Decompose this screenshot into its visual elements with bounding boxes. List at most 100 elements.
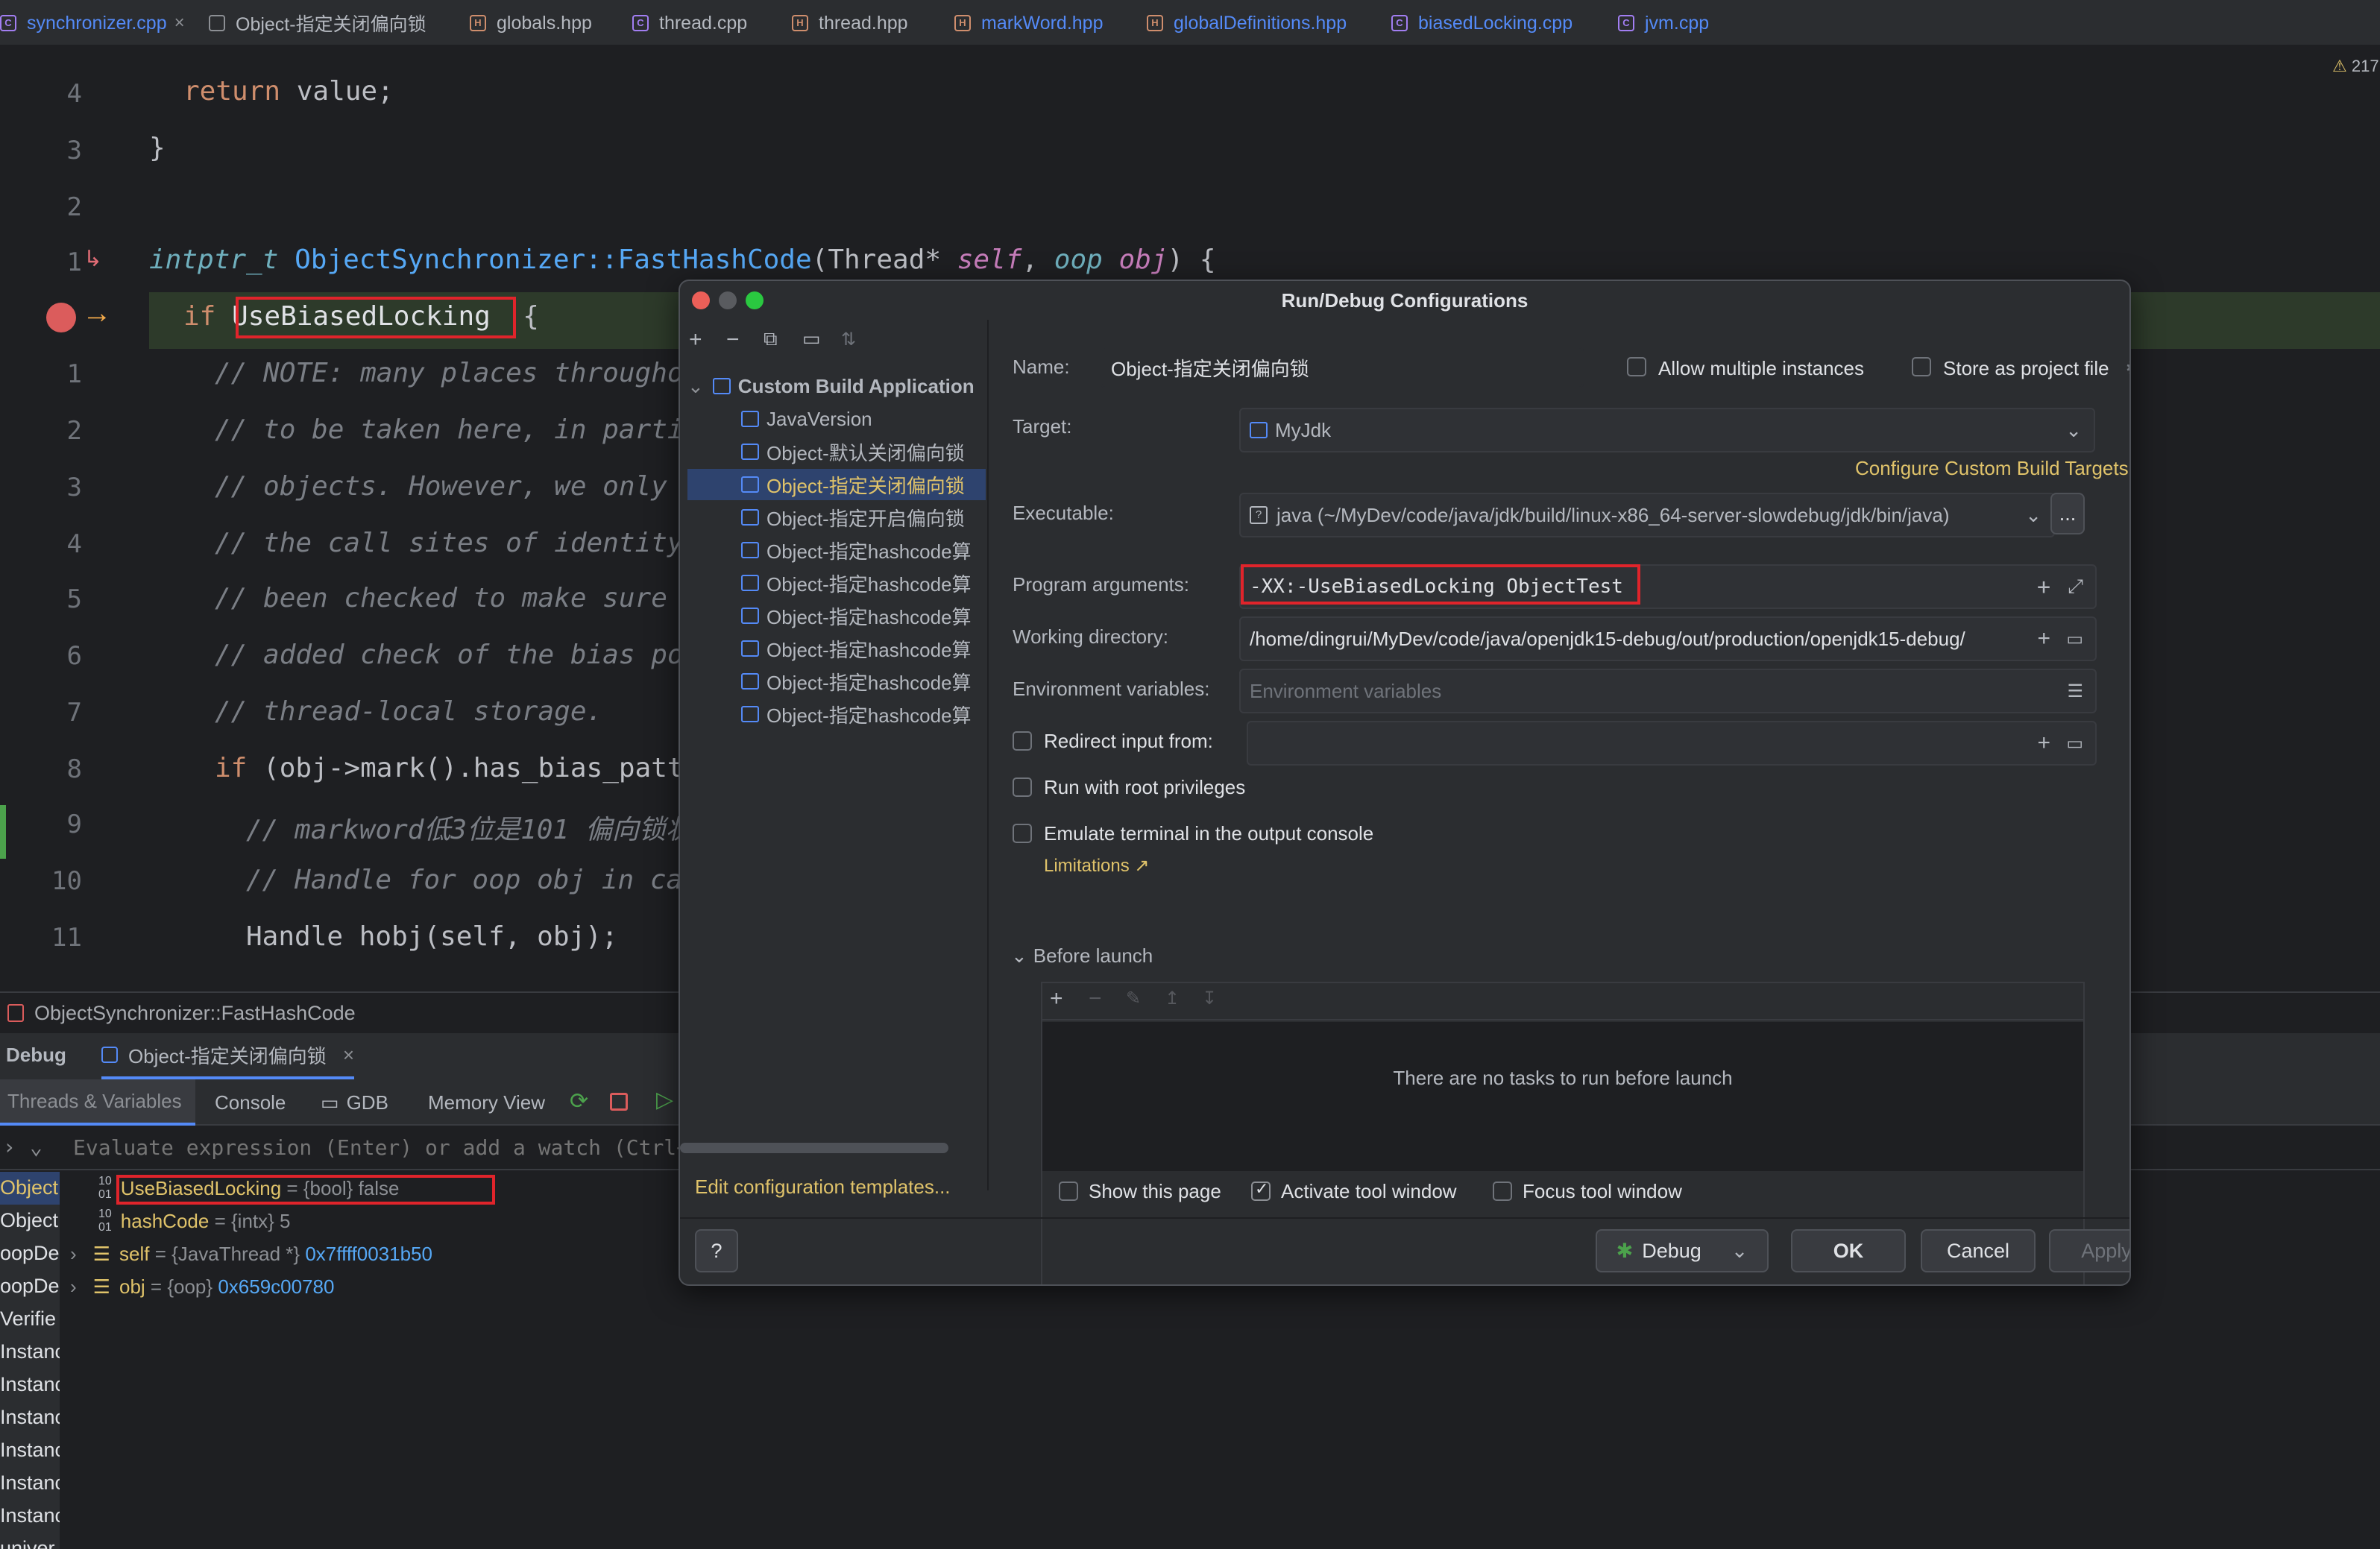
expand-icon[interactable]: ⤢ [2068,575,2083,599]
tree-item[interactable]: Object-指定hashcode算 [687,600,986,631]
working-directory-field[interactable]: /home/dingrui/MyDev/code/java/openjdk15-… [1239,616,2097,661]
tree-item[interactable]: Object-默认关闭偏向锁 [687,436,986,467]
tab-threads-variables[interactable]: Threads & Variables [0,1079,195,1126]
chevron-right-icon[interactable]: › [70,1243,77,1266]
emulate-terminal-checkbox[interactable] [1013,824,1032,843]
edit-icon[interactable]: ✎ [1126,988,1141,1009]
cancel-button[interactable]: Cancel [1921,1229,2036,1272]
remove-icon[interactable]: − [1089,986,1102,1012]
environment-variables-field[interactable]: Environment variables ☰ [1239,669,2097,713]
rerun-icon[interactable]: ⟳ [570,1088,588,1114]
warning-indicator[interactable]: ⚠ 217 [2332,57,2379,76]
tab-console[interactable]: Console [215,1091,286,1114]
chevron-down-icon[interactable]: ⌄ [30,1135,42,1159]
frame-item[interactable]: Instanc [0,1373,60,1396]
add-icon[interactable]: + [1050,986,1063,1012]
ok-button[interactable]: OK [1791,1229,1906,1272]
before-launch-header[interactable]: ⌄ Before launch [1011,944,1153,968]
help-button[interactable]: ? [695,1229,738,1272]
folder-icon[interactable]: ▭ [2066,733,2083,754]
redirect-input-checkbox[interactable] [1013,731,1032,751]
activate-tool-window-checkbox[interactable] [1251,1179,1271,1201]
tab-jvm-cpp[interactable]: C jvm.cpp [1618,0,1709,46]
list-icon[interactable]: ☰ [2067,681,2083,702]
limitations-link[interactable]: Limitations ↗ [1044,855,1150,877]
variable-row[interactable]: › ☰ self = {JavaThread *} 0x7ffff0031b50 [70,1237,432,1270]
tab-gdb[interactable]: ▭ GDB [321,1091,388,1114]
frame-item[interactable]: Instanc [0,1340,60,1363]
tab-globaldefinitions-hpp[interactable]: H globalDefinitions.hpp [1147,0,1347,46]
stop-icon[interactable] [610,1093,628,1111]
app-config-icon [741,706,759,722]
tree-item[interactable]: Object-指定hashcode算 [687,666,986,697]
tree-item[interactable]: Object-指定开启偏向锁 [687,502,986,533]
close-icon[interactable]: × [174,13,185,34]
breakpoint-icon[interactable] [46,303,76,332]
variable-row[interactable]: 10 01 hashCode = {intx} 5 [98,1205,291,1237]
frame-item[interactable]: Instanc [0,1406,60,1429]
copy-icon[interactable]: ⧉ [764,327,778,351]
debug-title: Debug [6,1044,66,1066]
gear-icon[interactable]: ⚙ [2125,356,2129,380]
tab-synchronizer-cpp[interactable]: C synchronizer.cpp × [0,0,185,49]
frame-item[interactable]: oopDe [0,1242,60,1265]
frame-item[interactable]: univer [0,1537,55,1549]
chevron-right-icon[interactable]: › [3,1135,16,1159]
allow-multiple-instances-checkbox[interactable] [1627,357,1646,376]
redirect-input-field[interactable]: + ▭ [1247,721,2097,766]
tab-globals-hpp[interactable]: H globals.hpp [470,0,592,46]
tree-item-selected[interactable]: Object-指定关闭偏向锁 [687,469,986,500]
frame-item[interactable]: Instanc [0,1439,60,1462]
run-with-root-privileges-checkbox[interactable] [1013,777,1032,797]
frame-item[interactable]: Instanc [0,1504,60,1527]
chevron-right-icon[interactable]: › [70,1275,77,1299]
line-number: 10 [51,866,82,896]
folder-icon[interactable]: ▭ [2066,628,2083,650]
tab-memory-view[interactable]: Memory View [428,1091,545,1114]
edit-configuration-templates-link[interactable]: Edit configuration templates... [695,1176,951,1199]
close-icon[interactable]: × [343,1044,354,1067]
tree-root[interactable]: ⌄ Custom Build Application [687,370,986,402]
remove-icon[interactable]: − [726,327,740,353]
add-icon[interactable]: + [2037,626,2050,652]
evaluate-expression-input[interactable] [72,1132,683,1163]
name-field[interactable]: Object-指定关闭偏向锁 [1101,347,1584,388]
folder-icon[interactable]: ▭ [802,327,821,350]
configure-custom-build-targets-link[interactable]: Configure Custom Build Targets [1855,457,2129,480]
line-number: 2 [66,192,82,222]
frame-item[interactable]: Object [0,1176,58,1199]
frame-item[interactable]: oopDe [0,1275,60,1298]
variable-row[interactable]: › ☰ obj = {oop} 0x659c00780 [70,1270,334,1303]
tab-markword-hpp[interactable]: H markWord.hpp [954,0,1104,46]
add-icon[interactable]: + [2037,731,2050,756]
sort-icon[interactable]: ⇅ [841,329,856,350]
show-this-page-checkbox[interactable] [1059,1182,1078,1201]
frame-item[interactable]: Object [0,1209,58,1232]
tree-item[interactable]: Object-指定hashcode算 [687,534,986,566]
tab-biasedlocking-cpp[interactable]: C biasedLocking.cpp [1391,0,1572,46]
tab-run-config[interactable]: Object-指定关闭偏向锁 [209,0,426,46]
debug-session-tab[interactable]: Object-指定关闭偏向锁 × [101,1033,354,1079]
store-as-project-file-checkbox[interactable] [1912,357,1931,376]
add-icon[interactable]: + [2037,574,2050,600]
move-down-icon[interactable]: ↧ [1202,988,1217,1009]
tree-item[interactable]: JavaVersion [687,403,986,435]
move-up-icon[interactable]: ↥ [1165,988,1180,1009]
tab-label: globalDefinitions.hpp [1174,12,1347,34]
horizontal-scrollbar[interactable] [680,1143,948,1153]
tree-item[interactable]: Object-指定hashcode算 [687,633,986,664]
frame-item[interactable]: Verifie [0,1307,56,1331]
tab-thread-cpp[interactable]: C thread.cpp [632,0,747,46]
frame-item[interactable]: Instanc [0,1471,60,1495]
tab-thread-hpp[interactable]: H thread.hpp [792,0,908,46]
debug-run-button[interactable]: ✱ Debug ⌄ [1596,1229,1769,1272]
focus-tool-window-checkbox[interactable] [1493,1182,1512,1201]
tree-item[interactable]: Object-指定hashcode算 [687,567,986,599]
browse-executable-button[interactable]: ... [2050,493,2085,534]
add-icon[interactable]: + [689,327,702,353]
tree-item[interactable]: Object-指定hashcode算 [687,698,986,730]
apply-button[interactable]: Apply [2049,1229,2129,1272]
executable-select[interactable]: ? java (~/MyDev/code/java/jdk/build/linu… [1239,493,2055,537]
resume-icon[interactable]: ▷ [656,1087,673,1113]
target-select[interactable]: MyJdk ⌄ [1239,408,2095,452]
